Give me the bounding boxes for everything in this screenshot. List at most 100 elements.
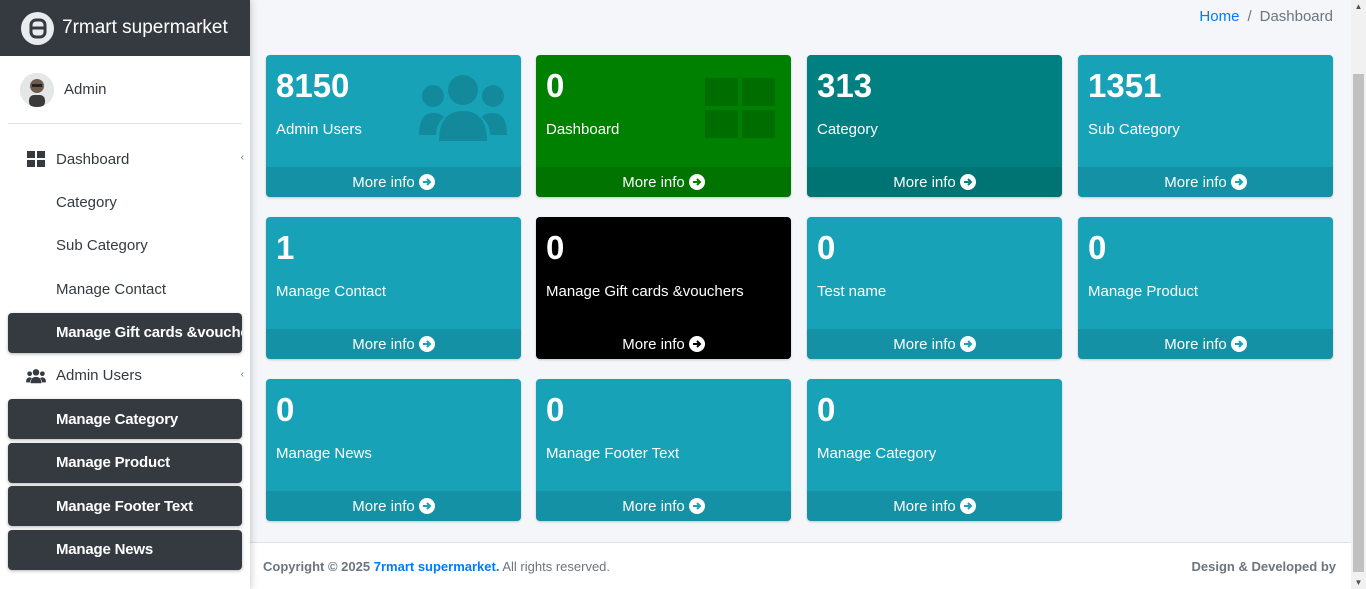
sidebar-item-manage-product[interactable]: Manage Product <box>8 442 242 483</box>
stat-box-sub-category: 1351 Sub Category More info <box>1078 55 1333 197</box>
stat-number: 1 <box>276 229 295 266</box>
stat-number: 0 <box>1088 229 1107 266</box>
stat-label: Admin Users <box>276 121 362 138</box>
more-info-link[interactable]: More info <box>266 167 521 197</box>
more-info-link[interactable]: More info <box>1078 329 1333 359</box>
design-credit: Design & Developed by <box>1191 558 1336 574</box>
sidebar-item-admin-users[interactable]: Admin Users ‹ <box>8 356 244 396</box>
page-footer: Copyright © 2025 7rmart supermarket. All… <box>250 542 1351 589</box>
more-info-link[interactable]: More info <box>807 167 1062 197</box>
sidebar-item-label: Manage Gift cards &vouchers <box>56 324 242 342</box>
more-info-link[interactable]: More info <box>807 491 1062 521</box>
arrow-circle-right-icon <box>418 174 435 190</box>
copyright-label: Copyright © 2025 <box>263 558 371 574</box>
scrollbar-thumb[interactable] <box>1353 74 1364 572</box>
stat-label: Manage Category <box>817 445 937 462</box>
stat-label: Sub Category <box>1088 121 1180 138</box>
stat-number: 0 <box>546 229 565 266</box>
arrow-circle-right-icon <box>418 336 435 352</box>
chevron-left-icon: ‹ <box>240 368 244 380</box>
sidebar-item-manage-category[interactable]: Manage Category <box>8 399 242 440</box>
sidebar-item-dashboard[interactable]: Dashboard ‹ <box>8 139 244 179</box>
stat-box-dashboard: 0 Dashboard More info <box>536 55 791 197</box>
arrow-circle-right-icon <box>688 174 705 190</box>
stat-label: Test name <box>817 283 887 300</box>
more-info-label: More info <box>622 173 685 191</box>
more-info-label: More info <box>622 497 685 515</box>
user-name: Admin <box>64 81 107 98</box>
stat-number: 1351 <box>1088 67 1162 104</box>
stat-number: 8150 <box>276 67 350 104</box>
more-info-label: More info <box>893 335 956 353</box>
stat-label: Manage Contact <box>276 283 387 300</box>
sidebar-item-category[interactable]: Category <box>8 182 242 222</box>
user-panel[interactable]: Admin <box>8 56 242 124</box>
breadcrumb-home-link[interactable]: Home <box>1199 8 1239 25</box>
brand-logo-icon <box>21 11 54 45</box>
more-info-link[interactable]: More info <box>266 329 521 359</box>
chevron-left-icon: ‹ <box>240 152 244 163</box>
sidebar-item-manage-contact[interactable]: Manage Contact <box>8 269 242 309</box>
arrow-circle-right-icon <box>1230 174 1247 190</box>
stat-number: 0 <box>817 391 836 428</box>
sidebar-item-label: Manage Category <box>56 410 179 428</box>
users-icon <box>26 368 46 384</box>
stat-number: 0 <box>817 229 836 266</box>
stat-label: Category <box>817 121 878 138</box>
sidebar: 7rmart supermarket Admin Dashboard ‹ Cat… <box>0 0 250 589</box>
users-icon <box>419 75 507 146</box>
more-info-label: More info <box>352 497 415 515</box>
stat-label: Manage News <box>276 445 372 462</box>
rights-text: All rights reserved. <box>502 558 611 574</box>
sidebar-item-label: Sub Category <box>56 237 148 255</box>
more-info-link[interactable]: More info <box>536 167 791 197</box>
more-info-link[interactable]: More info <box>1078 167 1333 197</box>
brand-link[interactable]: 7rmart supermarket <box>0 0 250 56</box>
stat-box-manage-gift-cards: 0 Manage Gift cards &vouchers More info <box>536 217 791 359</box>
stat-box-manage-footer-text: 0 Manage Footer Text More info <box>536 379 791 521</box>
breadcrumb-current: Dashboard <box>1259 8 1333 25</box>
arrow-circle-right-icon <box>959 336 976 352</box>
sidebar-item-sub-category[interactable]: Sub Category <box>8 226 242 266</box>
arrow-circle-right-icon <box>959 498 976 514</box>
sidebar-nav: Dashboard ‹ Category Sub Category Manage… <box>8 139 244 573</box>
more-info-link[interactable]: More info <box>536 491 791 521</box>
more-info-label: More info <box>622 335 685 353</box>
scroll-down-arrow-icon[interactable]: ▼ <box>1354 578 1363 587</box>
sidebar-item-manage-footer-text[interactable]: Manage Footer Text <box>8 486 242 527</box>
more-info-link[interactable]: More info <box>536 329 791 359</box>
sidebar-item-label: Manage News <box>56 541 153 559</box>
stat-label: Manage Product <box>1088 283 1199 300</box>
sidebar-item-manage-news[interactable]: Manage News <box>8 529 242 570</box>
more-info-label: More info <box>352 173 415 191</box>
scroll-up-arrow-icon[interactable]: ▲ <box>1354 2 1363 11</box>
arrow-circle-right-icon <box>1230 336 1247 352</box>
more-info-link[interactable]: More info <box>266 491 521 521</box>
copyright-text: Copyright © 2025 7rmart supermarket. All… <box>263 559 610 574</box>
more-info-label: More info <box>352 335 415 353</box>
stat-box-test-name: 0 Test name More info <box>807 217 1062 359</box>
more-info-link[interactable]: More info <box>807 329 1062 359</box>
arrow-circle-right-icon <box>959 174 976 190</box>
more-info-label: More info <box>1164 173 1227 191</box>
stat-number: 313 <box>817 67 873 104</box>
stat-box-manage-category: 0 Manage Category More info <box>807 379 1062 521</box>
stat-box-admin-users: 8150 Admin Users More info <box>266 55 521 197</box>
page-scrollbar[interactable]: ▲ ▼ <box>1351 0 1366 589</box>
avatar <box>20 72 54 107</box>
breadcrumb: Home / Dashboard <box>1199 8 1333 25</box>
stat-number: 0 <box>546 391 565 428</box>
dashboard-grid-icon <box>26 151 46 167</box>
sidebar-item-label: Manage Footer Text <box>56 497 193 515</box>
sidebar-item-label: Admin Users <box>56 367 142 385</box>
footer-brand-link[interactable]: 7rmart supermarket. <box>374 559 500 574</box>
sidebar-item-manage-gift-cards[interactable]: Manage Gift cards &vouchers <box>8 312 242 353</box>
stat-box-category: 313 Category More info <box>807 55 1062 197</box>
arrow-circle-right-icon <box>418 498 435 514</box>
dashboard-grid-icon <box>705 78 777 145</box>
sidebar-item-label: Dashboard <box>56 150 130 168</box>
stat-box-manage-contact: 1 Manage Contact More info <box>266 217 521 359</box>
brand-name: 7rmart supermarket <box>62 17 228 38</box>
stat-label: Manage Gift cards &vouchers <box>546 283 744 300</box>
more-info-label: More info <box>1164 335 1227 353</box>
